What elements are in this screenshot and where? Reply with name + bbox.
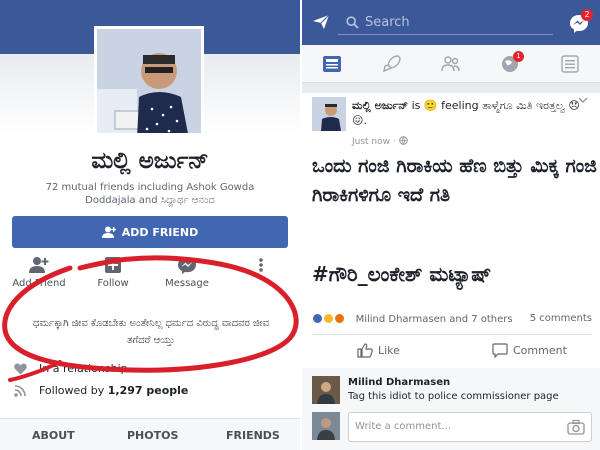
followed-by-label: Followed by: [39, 384, 105, 397]
post-author-name[interactable]: ಮಲ್ಲಿ ಅರ್ಜುನ್: [352, 99, 408, 112]
comment-text: Tag this idiot to police commissioner pa…: [348, 391, 559, 402]
add-friend-icon: [29, 257, 49, 273]
post-options-chevron-icon[interactable]: [578, 96, 588, 104]
follow-label: Follow: [97, 278, 129, 289]
message-label: Message: [165, 278, 209, 289]
commenter-avatar-image: [312, 376, 340, 404]
camera-icon[interactable]: [567, 419, 585, 435]
reactions-bar: Milind Dharmasen and 7 others 5 comments: [312, 313, 592, 325]
current-user-avatar-image: [312, 412, 340, 440]
search-icon: [346, 16, 359, 29]
add-friend-action-label: Add Friend: [12, 278, 66, 289]
profile-panel: ಮಲ್ಲಿ ಅರ್ಜುನ್ 72 mutual friends includin…: [0, 0, 300, 450]
profile-actions: Add Friend Follow Message: [0, 256, 300, 296]
post-timestamp: Just now ·: [352, 136, 408, 147]
message-action[interactable]: Message: [152, 256, 222, 289]
like-reaction-icon: [312, 313, 323, 324]
globe-privacy-icon: [398, 136, 408, 146]
profile-tabs: ABOUT PHOTOS FRIENDS: [0, 418, 300, 450]
add-person-icon: [101, 226, 116, 238]
add-friend-action[interactable]: Add Friend: [4, 256, 74, 289]
write-comment-input[interactable]: Write a comment...: [348, 412, 592, 442]
news-feed-panel: Search 2 1 ಮಲ್ಲಿ ಅರ್ಜುನ್ is 🙂 feeling ತಾ…: [300, 0, 600, 450]
tab-friends[interactable]: FRIENDS: [226, 429, 280, 442]
tab-about[interactable]: ABOUT: [32, 429, 75, 442]
search-placeholder: Search: [365, 15, 410, 30]
relationship-row: In a relationship: [14, 362, 128, 375]
like-label: Like: [378, 344, 400, 357]
comments-count[interactable]: 5 comments: [530, 313, 592, 324]
rss-icon: [14, 384, 26, 397]
follow-icon: [105, 257, 121, 273]
followers-count[interactable]: 1,297 people: [108, 384, 189, 397]
profile-name: ಮಲ್ಲಿ ಅರ್ಜುನ್: [91, 148, 209, 174]
feed-separator: [302, 83, 600, 93]
messages-badge: 2: [581, 9, 593, 21]
comment-label: Comment: [513, 344, 567, 357]
more-options-button[interactable]: [226, 256, 296, 278]
sad-reaction-icon: [323, 313, 335, 324]
search-input[interactable]: Search: [338, 11, 553, 35]
notifications-badge: 1: [513, 51, 524, 62]
commenter-name[interactable]: Milind Dharmasen: [348, 377, 450, 388]
comments-section: Milind Dharmasen Tag this idiot to polic…: [302, 368, 600, 450]
messenger-icon: [178, 257, 196, 274]
more-dots-icon: [259, 258, 263, 272]
post-time: Just now ·: [352, 137, 399, 147]
send-icon[interactable]: [312, 14, 330, 30]
menu-icon[interactable]: [560, 54, 580, 74]
heart-icon: [14, 363, 27, 374]
avatar-image: [312, 97, 346, 131]
post-author-avatar[interactable]: [312, 97, 346, 131]
angry-reaction-icon: [334, 313, 346, 324]
news-feed-icon[interactable]: [322, 54, 342, 74]
add-friend-label: ADD FRIEND: [121, 225, 199, 239]
profile-intro-text: ಧರ್ಮಕ್ಕಾಗಿ ಜೀವ ಕೊಡಬೇಕು ಅಂತೇನಿಲ್ಲ ಧರ್ಮದ ವ…: [32, 318, 270, 346]
followers-row: Followed by 1,297 people: [14, 384, 188, 397]
write-comment-placeholder: Write a comment...: [355, 421, 451, 432]
mutual-friends-text[interactable]: 72 mutual friends including Ashok Gowda …: [20, 181, 280, 207]
post-header: ಮಲ್ಲಿ ಅರ್ಜುನ್ is 🙂 feeling ತಾಳ್ಮೆಗೂ ಮಿತಿ…: [352, 98, 582, 128]
tab-photos[interactable]: PHOTOS: [127, 429, 178, 442]
like-button[interactable]: Like: [357, 343, 400, 358]
follow-action[interactable]: Follow: [78, 256, 148, 289]
post-hashtag[interactable]: #ಗೌರಿ_ಲಂಕೇಶ್ ಮಟ್ಯಾಷ್: [312, 262, 597, 286]
comment-bubble-icon: [492, 343, 508, 358]
comment-button[interactable]: Comment: [492, 343, 567, 358]
commenter-avatar[interactable]: [312, 376, 340, 404]
relationship-text: In a relationship: [39, 362, 128, 375]
profile-photo-image: [97, 29, 201, 133]
rocket-icon[interactable]: [382, 54, 402, 74]
divider: [312, 334, 592, 335]
reactions-text[interactable]: Milind Dharmasen and 7 others: [356, 314, 513, 325]
add-friend-button[interactable]: ADD FRIEND: [12, 216, 288, 248]
top-bar: Search 2: [302, 0, 600, 45]
post-text: ಒಂದು ಗಂಜಿ ಗಿರಾಕಿಯ ಹೆಣ ಬಿತ್ತು ಮಿಕ್ಕ ಗಂಜಿ …: [312, 155, 597, 206]
current-user-avatar: [312, 412, 340, 440]
profile-picture[interactable]: [94, 26, 204, 136]
friends-icon[interactable]: [441, 54, 461, 74]
thumbs-up-icon: [357, 343, 373, 358]
feed-nav: 1: [302, 45, 600, 83]
